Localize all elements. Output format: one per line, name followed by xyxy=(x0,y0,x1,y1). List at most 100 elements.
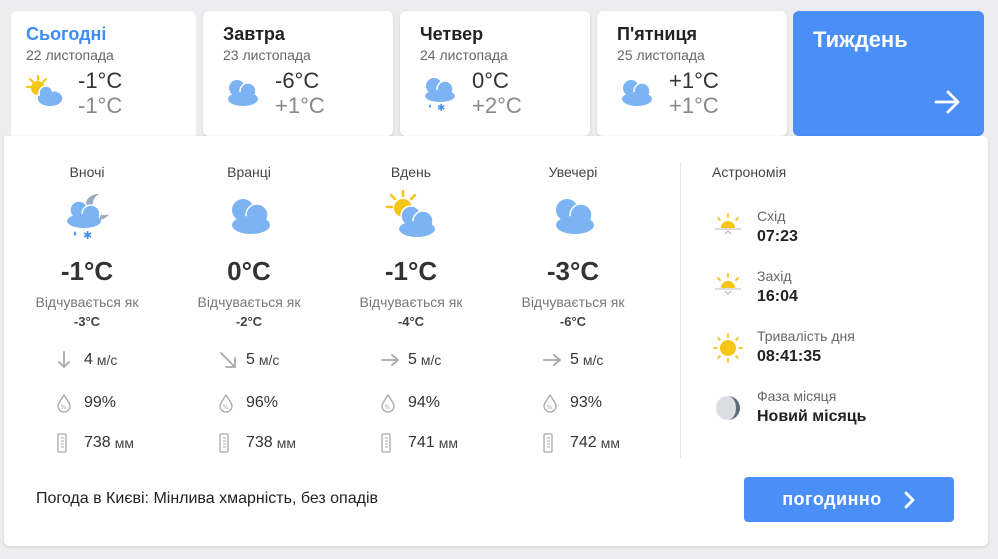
svg-text:✱: ✱ xyxy=(437,103,445,114)
feels-like-value: -4°C xyxy=(397,314,425,329)
humidity-row: % 99% xyxy=(56,392,116,414)
pressure-unit: мм xyxy=(276,435,296,451)
svg-text:%: % xyxy=(385,404,391,411)
period-name: Вночі xyxy=(69,164,105,180)
tab-min-temp: +1°C xyxy=(669,68,719,93)
wind-arrow-icon xyxy=(218,350,246,370)
wind-arrow-icon xyxy=(380,352,408,368)
chevron-right-icon xyxy=(904,491,915,508)
feels-like-label: Відчувається як xyxy=(521,294,625,310)
pressure-value: 742 xyxy=(570,434,597,451)
feels-like-value: -6°C xyxy=(559,314,587,329)
wind-arrow-icon xyxy=(542,352,570,368)
period-temperature: 0°C xyxy=(227,256,271,286)
sunrise-item: Схід 07:23 xyxy=(712,208,972,252)
astronomy-title: Астрономія xyxy=(712,164,787,180)
cloudy-icon xyxy=(221,188,277,249)
wind-unit: м/с xyxy=(96,352,118,368)
night-sleet-icon: ✱ xyxy=(59,188,115,249)
pressure-unit: мм xyxy=(114,435,134,451)
pressure-value: 738 xyxy=(84,434,111,451)
tab-day-label: Завтра xyxy=(223,24,285,44)
humidity-value: 96% xyxy=(246,394,279,411)
period-name: Вдень xyxy=(390,164,432,180)
humidity-value: 94% xyxy=(408,394,441,411)
sunset-item: Захід 16:04 xyxy=(712,268,972,312)
pressure-row: 741 мм xyxy=(380,432,458,454)
tab-max-temp: +1°C xyxy=(275,93,325,118)
tab-max-temp: +2°C xyxy=(472,93,522,118)
tab-tomorrow[interactable]: Завтра 23 листопада -6°C +1°C xyxy=(203,11,393,136)
pressure-unit: мм xyxy=(600,435,620,451)
tab-min-temp: -1°C xyxy=(78,68,123,93)
tab-max-temp: +1°C xyxy=(669,93,719,118)
tab-friday[interactable]: П'ятниця 25 листопада +1°C +1°C xyxy=(597,11,787,136)
feels-like-label: Відчувається як xyxy=(35,294,139,310)
wind-speed: 5 xyxy=(408,351,417,368)
tab-thursday[interactable]: Четвер 24 листопада ✱ 0°C +2°C xyxy=(400,11,590,136)
tab-min-temp: -6°C xyxy=(275,68,320,93)
cloudy-icon xyxy=(545,188,601,249)
humidity-icon: % xyxy=(542,393,570,413)
feels-like-value: -2°C xyxy=(235,314,263,329)
wind-row: 4 м/с xyxy=(56,349,117,371)
wind-row: 5 м/с xyxy=(380,349,441,371)
feels-like-label: Відчувається як xyxy=(197,294,301,310)
pressure-value: 741 xyxy=(408,434,435,451)
day-details-panel: Вночі ✱ -1°C Відчувається як -3°C 4 м/с … xyxy=(4,136,988,546)
humidity-row: % 96% xyxy=(218,392,278,414)
tab-day-label: П'ятниця xyxy=(617,24,698,44)
barometer-icon xyxy=(218,433,246,453)
moon-phase-value: Новий місяць xyxy=(757,408,867,425)
humidity-row: % 94% xyxy=(380,392,440,414)
wind-row: 5 м/с xyxy=(218,349,279,371)
day-length-item: Тривалість дня 08:41:35 xyxy=(712,328,972,372)
period-name: Вранці xyxy=(227,164,271,180)
feels-like-label: Відчувається як xyxy=(359,294,463,310)
barometer-icon xyxy=(56,433,84,453)
day-length-value: 08:41:35 xyxy=(757,348,822,365)
tab-day-label: Четвер xyxy=(420,24,484,44)
wind-speed: 5 xyxy=(246,351,255,368)
barometer-icon xyxy=(542,433,570,453)
barometer-icon xyxy=(380,433,408,453)
divider xyxy=(680,162,681,458)
week-button[interactable]: Тиждень xyxy=(793,11,984,136)
wind-speed: 4 xyxy=(84,351,93,368)
wind-unit: м/с xyxy=(420,352,442,368)
pressure-row: 742 мм xyxy=(542,432,620,454)
sunrise-time: 07:23 xyxy=(757,228,798,245)
wind-speed: 5 xyxy=(570,351,579,368)
tab-today[interactable]: Сьогодні 22 листопада -1°C -1°C xyxy=(11,11,196,151)
week-label: Тиждень xyxy=(813,27,908,52)
weather-summary: Погода в Києві: Мінлива хмарність, без о… xyxy=(36,490,378,508)
feels-like-value: -3°C xyxy=(73,314,101,329)
humidity-icon: % xyxy=(56,393,84,413)
tab-max-temp: -1°C xyxy=(78,93,123,118)
period-temperature: -1°C xyxy=(60,256,114,286)
svg-text:%: % xyxy=(547,404,553,411)
pressure-unit: мм xyxy=(438,435,458,451)
tab-day-label: Сьогодні xyxy=(26,24,107,44)
summary-text: Мінлива хмарність, без опадів xyxy=(153,490,378,507)
humidity-icon: % xyxy=(380,393,408,413)
tab-date: 23 листопада xyxy=(223,47,311,63)
humidity-value: 93% xyxy=(570,394,603,411)
svg-text:%: % xyxy=(61,404,67,411)
period-temperature: -1°C xyxy=(384,256,438,286)
hourly-button[interactable]: погодинно xyxy=(744,477,954,522)
period-temperature: -3°C xyxy=(546,256,600,286)
sunset-label: Захід xyxy=(757,268,792,284)
hourly-label: погодинно xyxy=(782,489,882,509)
svg-text:✱: ✱ xyxy=(83,229,92,242)
period-name: Увечері xyxy=(548,164,598,180)
humidity-icon: % xyxy=(218,393,246,413)
moon-phase-item: Фаза місяця Новий місяць xyxy=(712,388,972,432)
pressure-row: 738 мм xyxy=(218,432,296,454)
wind-unit: м/с xyxy=(582,352,604,368)
pressure-value: 738 xyxy=(246,434,273,451)
humidity-value: 99% xyxy=(84,394,117,411)
tab-date: 24 листопада xyxy=(420,47,508,63)
tab-date: 22 листопада xyxy=(26,47,114,63)
tab-date: 25 листопада xyxy=(617,47,705,63)
